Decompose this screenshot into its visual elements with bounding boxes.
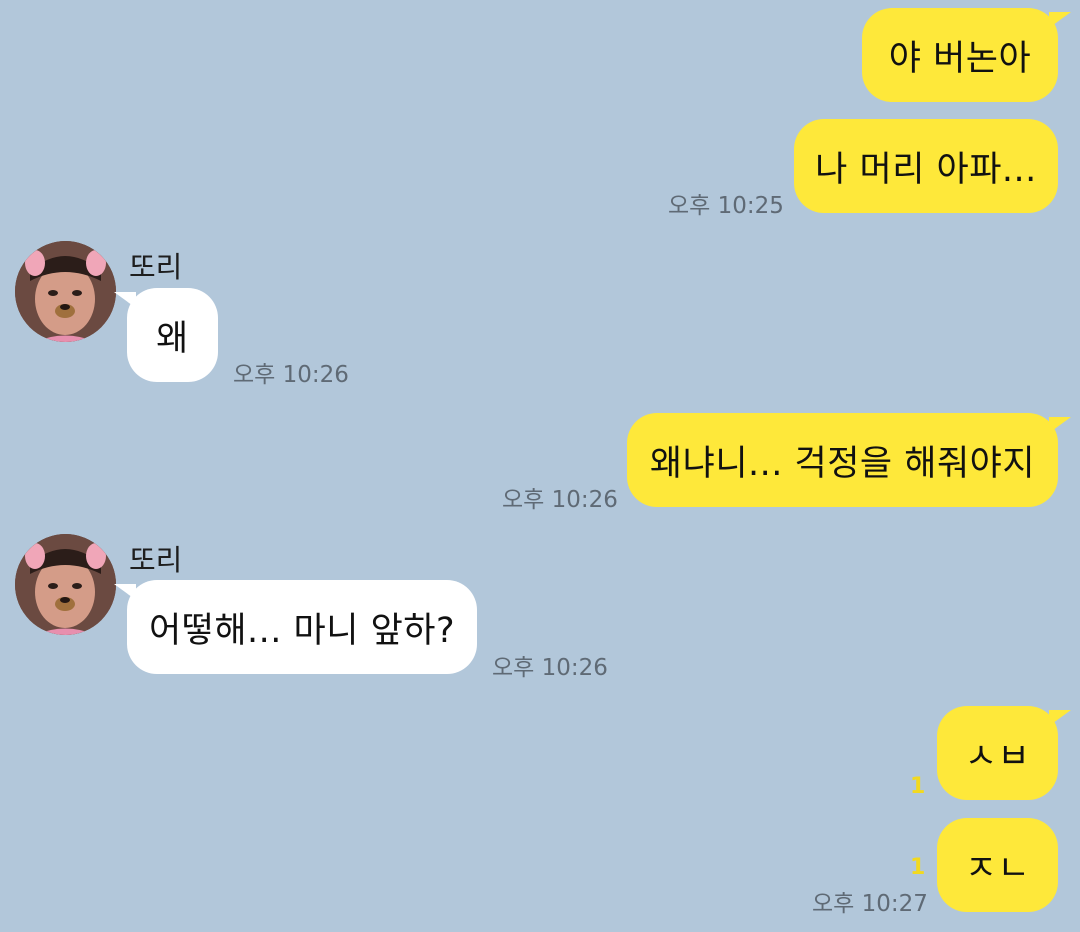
message-text: ㅈㄴ <box>964 848 1031 889</box>
unread-count: 1 <box>910 855 926 880</box>
sender-name: 또리 <box>129 543 183 577</box>
bubble-tail <box>1049 710 1071 726</box>
avatar[interactable] <box>15 241 116 342</box>
sender-name: 또리 <box>129 250 183 284</box>
message-bubble-outgoing[interactable]: ㅈㄴ <box>937 818 1058 912</box>
message-timestamp: 오후 10:27 <box>812 891 928 917</box>
message-timestamp: 오후 10:26 <box>233 362 349 388</box>
avatar-image <box>15 534 116 635</box>
message-text: 야 버논아 <box>888 38 1032 79</box>
message-bubble-outgoing[interactable]: 야 버논아 <box>862 8 1071 102</box>
message-text: 어떻해... 마니 앞하? <box>148 610 456 651</box>
message-text: 나 머리 아파... <box>815 149 1037 190</box>
message-timestamp: 오후 10:25 <box>668 193 784 219</box>
message-bubble-incoming[interactable]: 왜 <box>114 288 218 382</box>
bubble-tail <box>1049 417 1071 433</box>
avatar[interactable] <box>15 534 116 635</box>
message-timestamp: 오후 10:26 <box>502 487 618 513</box>
message-text: 왜 <box>156 318 189 359</box>
unread-count: 1 <box>910 774 926 799</box>
message-bubble-outgoing[interactable]: ㅅㅂ <box>937 706 1071 800</box>
message-timestamp: 오후 10:26 <box>492 655 608 681</box>
message-bubble-outgoing[interactable]: 나 머리 아파... <box>794 119 1058 213</box>
bubble-tail <box>114 584 136 600</box>
bubble-tail <box>114 292 136 308</box>
message-bubble-outgoing[interactable]: 왜냐니... 걱정을 해줘야지 <box>627 413 1071 507</box>
message-bubble-incoming[interactable]: 어떻해... 마니 앞하? <box>114 580 477 674</box>
bubble-tail <box>1049 12 1071 28</box>
message-text: ㅅㅂ <box>964 736 1031 777</box>
message-text: 왜냐니... 걱정을 해줘야지 <box>649 443 1036 484</box>
avatar-image <box>15 241 116 342</box>
